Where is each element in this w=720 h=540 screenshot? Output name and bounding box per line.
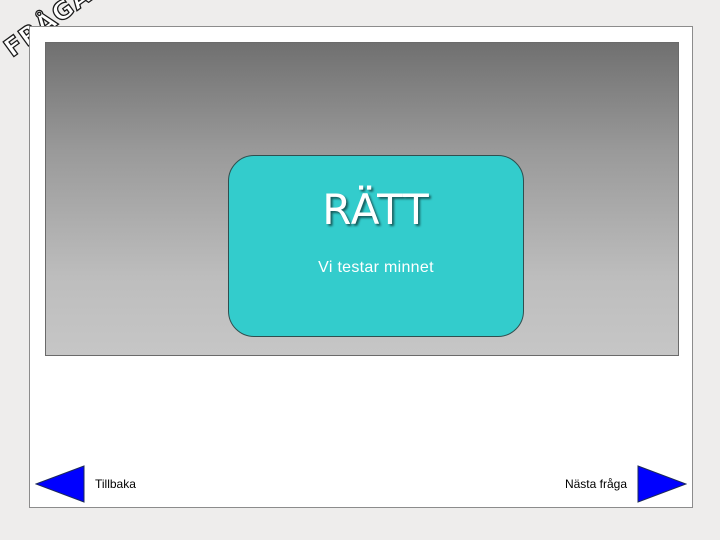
left-arrow-icon[interactable] <box>35 465 85 503</box>
next-question-button[interactable]: Nästa fråga <box>547 465 687 503</box>
slide-frame: RÄTT Vi testar minnet Tillbaka Nästa frå… <box>29 26 693 508</box>
next-question-label[interactable]: Nästa fråga <box>565 477 627 491</box>
back-button-label[interactable]: Tillbaka <box>95 477 136 491</box>
answer-subtitle: Vi testar minnet <box>318 259 434 276</box>
answer-result-title: RÄTT <box>322 185 430 234</box>
right-arrow-icon[interactable] <box>637 465 687 503</box>
quiz-page: FRÅGA RÄTT Vi testar minnet Tillbaka Näs… <box>0 0 720 540</box>
answer-stage: RÄTT Vi testar minnet <box>45 42 679 356</box>
back-button[interactable]: Tillbaka <box>35 465 155 503</box>
answer-card: RÄTT Vi testar minnet <box>228 155 524 337</box>
